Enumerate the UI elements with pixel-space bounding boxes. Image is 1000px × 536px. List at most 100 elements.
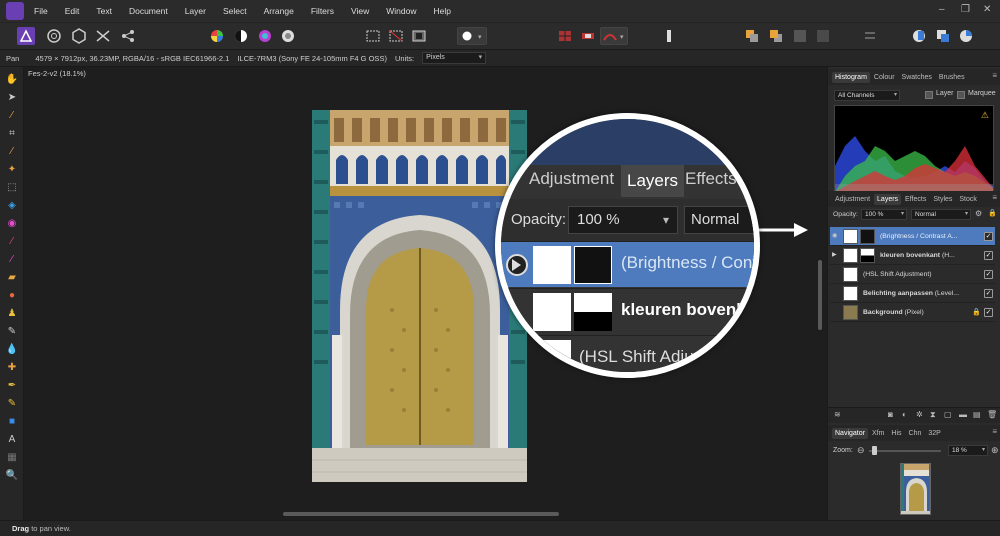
snapping-icon[interactable] xyxy=(556,27,574,45)
arrange-front-icon[interactable] xyxy=(767,27,785,45)
rectangle-tool-icon[interactable]: ■ xyxy=(5,415,19,429)
arrange-backward-icon[interactable] xyxy=(814,27,832,45)
flood-select-icon[interactable]: ✦ xyxy=(5,163,19,177)
hsl-icon[interactable] xyxy=(256,27,274,45)
selection-brush-icon[interactable]: ⁄ xyxy=(5,145,19,159)
close-icon[interactable]: ✕ xyxy=(983,5,993,15)
tab-32bit[interactable]: 32P xyxy=(925,428,943,439)
channel-select[interactable]: All Channels xyxy=(834,90,900,101)
layer-visibility-checkbox[interactable]: ✓ xyxy=(984,308,993,317)
pen-tool-icon[interactable] xyxy=(660,27,678,45)
arrange-forward-icon[interactable] xyxy=(791,27,809,45)
zoom-slider[interactable] xyxy=(869,450,941,452)
layer-visibility-checkbox[interactable]: ✓ xyxy=(984,270,993,279)
healing-tool-icon[interactable]: ✚ xyxy=(5,361,19,375)
tab-swatches[interactable]: Swatches xyxy=(899,72,935,83)
marquee-tool-icon[interactable]: ⬚ xyxy=(5,181,19,195)
tab-history[interactable]: His xyxy=(888,428,904,439)
photo-persona-icon[interactable] xyxy=(17,27,35,45)
tab-effects[interactable]: Effects xyxy=(902,194,929,205)
minimize-icon[interactable]: – xyxy=(939,5,949,15)
white-balance-icon[interactable] xyxy=(279,27,297,45)
delete-layer-icon[interactable]: 🗑 xyxy=(987,410,997,419)
units-select[interactable]: Pixels xyxy=(422,52,487,64)
mode-three-icon[interactable] xyxy=(957,27,975,45)
order-dropdown[interactable]: ▾ xyxy=(600,27,628,45)
menu-file[interactable]: File xyxy=(34,6,48,16)
expand-arrow-icon[interactable]: ▶ xyxy=(832,246,837,265)
add-mask-icon[interactable]: ◙ xyxy=(888,410,893,419)
vertical-scroll-thumb[interactable] xyxy=(818,260,822,330)
tab-brushes[interactable]: Brushes xyxy=(936,72,968,83)
maximize-icon[interactable]: ❐ xyxy=(961,5,971,15)
horizontal-scrollbar[interactable] xyxy=(25,510,825,518)
align-icon[interactable] xyxy=(861,27,879,45)
layer-checkbox[interactable] xyxy=(925,91,933,99)
black-white-icon[interactable] xyxy=(232,27,250,45)
layer-row-hsl[interactable]: (HSL Shift Adjustment) ✓ xyxy=(830,265,995,284)
menu-view[interactable]: View xyxy=(351,6,369,16)
quick-mask-dropdown[interactable]: ▾ xyxy=(457,27,487,45)
tab-channels[interactable]: Chn xyxy=(906,428,925,439)
menu-window[interactable]: Window xyxy=(386,6,416,16)
menu-document[interactable]: Document xyxy=(129,6,168,16)
mode-two-icon[interactable] xyxy=(934,27,952,45)
smudge-tool-icon[interactable]: ✎ xyxy=(5,325,19,339)
document-image[interactable] xyxy=(312,110,527,482)
play-icon[interactable]: ◉ xyxy=(832,227,837,246)
zoom-value-select[interactable]: 18 % xyxy=(948,445,988,456)
tab-navigator[interactable]: Navigator xyxy=(832,427,868,439)
settings-gear-icon[interactable]: ⚙ xyxy=(975,209,982,218)
add-live-filter-icon[interactable]: ⧗ xyxy=(930,410,936,420)
zoom-in-icon[interactable]: ⊕ xyxy=(991,445,999,456)
tab-adjustment[interactable]: Adjustment xyxy=(832,194,873,205)
develop-persona-icon[interactable] xyxy=(70,27,88,45)
layer-visibility-checkbox[interactable]: ✓ xyxy=(984,289,993,298)
assistant-icon[interactable] xyxy=(579,27,597,45)
menu-select[interactable]: Select xyxy=(223,6,247,16)
dodge-tool-icon[interactable]: ⁄ xyxy=(5,253,19,267)
zoom-out-icon[interactable]: ⊖ xyxy=(857,445,865,456)
layer-row-kleuren[interactable]: ▶ kleuren bovenkant (H... ✓ xyxy=(830,246,995,265)
paint-brush-icon[interactable]: ⁄ xyxy=(5,235,19,249)
tab-layers[interactable]: Layers xyxy=(874,193,902,205)
liquify-persona-icon[interactable] xyxy=(45,27,63,45)
node-tool-icon[interactable]: ✎ xyxy=(5,397,19,411)
layer-row-background[interactable]: Background (Pixel) 🔒 ✓ xyxy=(830,303,995,322)
invert-selection-icon[interactable] xyxy=(410,27,428,45)
zoom-slider-handle[interactable] xyxy=(872,446,877,455)
panel-menu-icon[interactable]: ≡ xyxy=(992,193,997,202)
color-wheel-icon[interactable] xyxy=(208,27,226,45)
color-picker-icon[interactable]: ⁄ xyxy=(5,109,19,123)
lock-icon[interactable]: 🔒 xyxy=(988,209,997,217)
arrange-back-icon[interactable] xyxy=(743,27,761,45)
add-adjustment-icon[interactable]: ◐ xyxy=(902,410,907,419)
layer-visibility-checkbox[interactable]: ✓ xyxy=(984,251,993,260)
erase-tool-icon[interactable]: ▰ xyxy=(5,271,19,285)
menu-help[interactable]: Help xyxy=(434,6,451,16)
tone-mapping-persona-icon[interactable] xyxy=(94,27,112,45)
fill-tool-icon[interactable]: ◈ xyxy=(5,199,19,213)
layer-row-brightness[interactable]: ◉ (Brightness / Contrast A... ✓ xyxy=(830,227,995,246)
navigator-thumbnail[interactable] xyxy=(900,463,931,515)
tab-stock[interactable]: Stock xyxy=(956,194,980,205)
text-tool-icon[interactable]: A xyxy=(5,433,19,447)
tab-transform[interactable]: Xfm xyxy=(869,428,887,439)
deselect-icon[interactable] xyxy=(387,27,405,45)
menu-layer[interactable]: Layer xyxy=(185,6,206,16)
menu-text[interactable]: Text xyxy=(96,6,112,16)
blend-mode-select[interactable]: Normal xyxy=(911,209,971,220)
zoom-tool-icon[interactable]: 🔍 xyxy=(5,469,19,483)
menu-edit[interactable]: Edit xyxy=(65,6,80,16)
layers-stack-icon[interactable]: ≋ xyxy=(834,410,841,419)
clone-tool-icon[interactable]: ♟ xyxy=(5,307,19,321)
burn-tool-icon[interactable]: ● xyxy=(5,289,19,303)
gradient-tool-icon[interactable]: ◉ xyxy=(5,217,19,231)
add-pixel-layer-icon[interactable]: ▢ xyxy=(944,410,952,419)
menu-filters[interactable]: Filters xyxy=(311,6,334,16)
tab-styles[interactable]: Styles xyxy=(930,194,955,205)
affinity-photo-logo-icon[interactable] xyxy=(6,2,24,20)
mesh-tool-icon[interactable]: ▦ xyxy=(5,451,19,465)
marquee-checkbox[interactable] xyxy=(957,91,965,99)
document-tab[interactable]: Fes-2-v2 (18.1%) xyxy=(28,69,86,78)
